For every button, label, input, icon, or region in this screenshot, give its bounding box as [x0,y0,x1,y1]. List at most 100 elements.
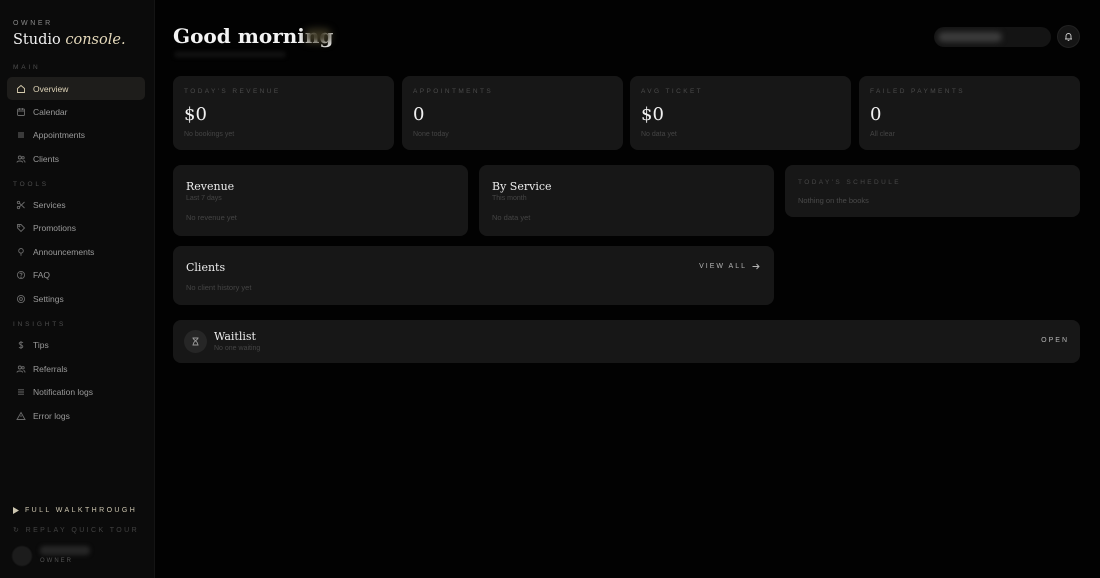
user-name-redacted [40,546,90,555]
sidebar-item-label: Error logs [33,410,70,421]
sidebar-item-clients[interactable]: Clients [7,147,145,170]
kpi-sub: None today [413,131,449,138]
search-input[interactable] [934,27,1051,47]
view-all-clients-link[interactable]: VIEW ALL [699,263,760,270]
play-icon [13,507,19,514]
revenue-empty-state: No revenue yet [186,213,237,222]
kpi-label: APPOINTMENTS [413,88,494,95]
schedule-card: TODAY'S SCHEDULE Nothing on the books [785,165,1080,217]
dollar-icon [18,340,24,349]
sidebar-item-label: Overview [33,83,69,94]
sidebar-item-label: Calendar [33,106,68,117]
brand-main: Studio [13,32,61,48]
sidebar-item-services[interactable]: Services [7,193,145,216]
waitlist-icon [184,330,207,353]
kpi-sub: All clear [870,131,895,138]
view-all-label: VIEW ALL [699,263,747,270]
sidebar-item-label: Settings [33,293,64,304]
waitlist-title: Waitlist [214,330,256,343]
sidebar: OWNER Studio console. MAIN Overview Cale… [0,0,155,578]
sidebar-item-faq[interactable]: FAQ [7,263,145,286]
scissors-icon [16,200,25,209]
bell-icon [1065,32,1072,41]
warning-icon [16,411,26,420]
kpi-value: $0 [641,104,664,125]
section-label-main: MAIN [13,64,41,71]
kpi-sub: No data yet [641,131,677,138]
section-label-insights: INSIGHTS [13,321,67,328]
tag-icon [17,223,26,232]
schedule-empty-state: Nothing on the books [798,196,869,205]
list-icon [18,132,24,137]
by-service-card: By Service This month No data yet [479,165,774,236]
brand-owner-label: OWNER [13,20,53,27]
sidebar-item-label: Clients [33,153,59,164]
revenue-subtitle: Last 7 days [186,195,222,202]
by-service-empty-state: No data yet [492,213,531,222]
search-content-redacted [938,32,1002,42]
section-label-tools: TOOLS [13,181,49,188]
lines-icon [18,388,24,395]
by-service-subtitle: This month [492,195,527,202]
full-walkthrough-label: FULL WALKTHROUGH [25,507,138,514]
replay-icon: ↻ [13,527,22,534]
gear-icon [16,294,26,303]
sidebar-item-promotions[interactable]: Promotions [7,216,145,239]
waitlist-open-button[interactable]: OPEN [1041,337,1069,344]
kpi-card-avg-ticket: AVG TICKET $0 No data yet [630,76,851,150]
kpi-card-failed-payments: FAILED PAYMENTS 0 All clear [859,76,1080,150]
sidebar-item-label: Services [33,199,66,210]
sidebar-item-settings[interactable]: Settings [7,287,145,310]
sidebar-item-overview[interactable]: Overview [7,77,145,100]
kpi-value: 0 [870,104,882,125]
brand-accent: console. [65,32,126,48]
sidebar-item-label: Referrals [33,363,68,374]
sidebar-item-label: Notification logs [33,386,94,397]
megaphone-icon [18,247,24,256]
kpi-label: AVG TICKET [641,88,704,95]
sidebar-item-calendar[interactable]: Calendar [7,100,145,123]
help-circle-icon [16,270,26,279]
kpi-value: 0 [413,104,425,125]
users-icon [16,365,26,373]
kpi-card-appointments: APPOINTMENTS 0 None today [402,76,623,150]
hourglass-icon [192,337,199,346]
sidebar-item-error-logs[interactable]: Error logs [7,404,145,427]
kpi-label: FAILED PAYMENTS [870,88,965,95]
replay-quick-tour-label: REPLAY QUICK TOUR [25,527,140,534]
sidebar-item-label: Appointments [33,129,85,140]
by-service-title: By Service [492,180,552,193]
brand-title: Studio console. [13,32,126,48]
sidebar-item-label: Announcements [33,246,95,257]
greeting-subtitle-redacted [175,52,285,57]
user-role: OWNER [40,558,73,564]
users-icon [16,155,26,163]
avatar[interactable] [12,546,32,566]
sidebar-item-label: FAQ [33,269,51,280]
waitlist-card[interactable]: Waitlist No one waiting OPEN [173,320,1080,363]
sidebar-item-notification-logs[interactable]: Notification logs [7,380,145,403]
clients-title: Clients [186,261,226,274]
schedule-label: TODAY'S SCHEDULE [798,179,901,186]
replay-quick-tour-button[interactable]: ↻ REPLAY QUICK TOUR [13,526,139,534]
house-icon [17,84,25,93]
kpi-value: $0 [184,104,207,125]
sidebar-item-referrals[interactable]: Referrals [7,357,145,380]
sidebar-item-label: Tips [33,339,49,350]
revenue-title: Revenue [186,180,235,193]
calendar-icon [17,107,25,116]
clients-empty-state: No client history yet [186,283,252,292]
sidebar-item-tips[interactable]: Tips [7,333,145,356]
sidebar-item-announcements[interactable]: Announcements [7,240,145,263]
sidebar-item-appointments[interactable]: Appointments [7,123,145,146]
kpi-label: TODAY'S REVENUE [184,88,281,95]
clients-card: Clients VIEW ALL No client history yet [173,246,774,305]
arrow-right-icon [752,263,760,270]
sidebar-item-label: Promotions [33,222,76,233]
notifications-button[interactable] [1057,25,1080,48]
greeting-name-redacted [305,29,331,43]
full-walkthrough-button[interactable]: FULL WALKTHROUGH [13,507,137,514]
waitlist-subtitle: No one waiting [214,345,261,352]
revenue-card: Revenue Last 7 days No revenue yet [173,165,468,236]
kpi-sub: No bookings yet [184,131,235,138]
